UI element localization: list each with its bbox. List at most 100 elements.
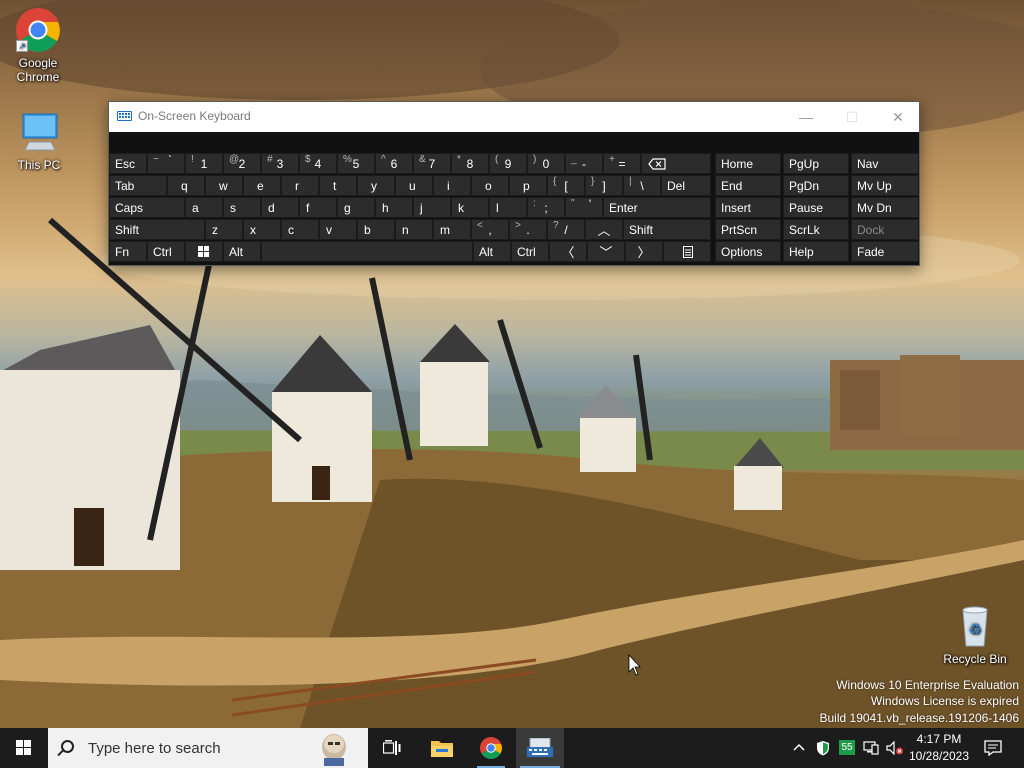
taskbar-file-explorer[interactable] xyxy=(418,728,466,768)
key-fade[interactable]: Fade xyxy=(851,241,919,262)
key-z[interactable]: z xyxy=(205,219,243,240)
key-g[interactable]: g xyxy=(337,197,375,218)
key-i[interactable]: i xyxy=(433,175,471,196)
key-quote[interactable]: " ' xyxy=(565,197,603,218)
key-o[interactable]: o xyxy=(471,175,509,196)
key-b[interactable]: b xyxy=(357,219,395,240)
desktop-icon-recycle-bin[interactable]: ♻ Recycle Bin xyxy=(937,602,1013,666)
key-y[interactable]: y xyxy=(357,175,395,196)
osk-titlebar[interactable]: On-Screen Keyboard — ☐ ✕ xyxy=(109,102,919,132)
key-shift-left[interactable]: Shift xyxy=(109,219,205,240)
key-slash[interactable]: ? / xyxy=(547,219,585,240)
key-options[interactable]: Options xyxy=(715,241,781,262)
key-enter[interactable]: Enter xyxy=(603,197,711,218)
tray-security[interactable] xyxy=(812,728,834,768)
key-period[interactable]: >. xyxy=(509,219,547,240)
key-1[interactable]: ! 1 xyxy=(185,153,223,174)
key-tab[interactable]: Tab xyxy=(109,175,167,196)
key-bracket-right[interactable]: }] xyxy=(585,175,623,196)
key-n[interactable]: n xyxy=(395,219,433,240)
close-button[interactable]: ✕ xyxy=(875,102,921,132)
key-pgup[interactable]: PgUp xyxy=(783,153,849,174)
key-6[interactable]: ^ 6 xyxy=(375,153,413,174)
key-fn[interactable]: Fn xyxy=(109,241,147,262)
key-a[interactable]: a xyxy=(185,197,223,218)
key-mv-up[interactable]: Mv Up xyxy=(851,175,919,196)
key-prtscn[interactable]: PrtScn xyxy=(715,219,781,240)
key-backslash[interactable]: | \ xyxy=(623,175,661,196)
key-u[interactable]: u xyxy=(395,175,433,196)
key-help[interactable]: Help xyxy=(783,241,849,262)
tray-volume[interactable] xyxy=(884,728,904,768)
key-t[interactable]: t xyxy=(319,175,357,196)
taskbar-chrome[interactable] xyxy=(467,728,515,768)
key-scrlk[interactable]: ScrLk xyxy=(783,219,849,240)
key-esc[interactable]: Esc xyxy=(109,153,147,174)
key-equals[interactable]: + = xyxy=(603,153,641,174)
key-l[interactable]: l xyxy=(489,197,527,218)
key-comma[interactable]: <, xyxy=(471,219,509,240)
key-f[interactable]: f xyxy=(299,197,337,218)
key-ctrl-left[interactable]: Ctrl xyxy=(147,241,185,262)
on-screen-keyboard-window[interactable]: On-Screen Keyboard — ☐ ✕ Esc ~ ` ! 1 @2 #3… xyxy=(108,101,920,266)
start-button[interactable] xyxy=(0,728,48,768)
key-3[interactable]: #3 xyxy=(261,153,299,174)
key-j[interactable]: j xyxy=(413,197,451,218)
desktop-icon-chrome[interactable]: ↗ Google Chrome xyxy=(0,6,76,84)
key-p[interactable]: p xyxy=(509,175,547,196)
key-minus[interactable]: _ - xyxy=(565,153,603,174)
key-8[interactable]: * 8 xyxy=(451,153,489,174)
key-insert[interactable]: Insert xyxy=(715,197,781,218)
key-windows[interactable] xyxy=(185,241,223,262)
key-mv-dn[interactable]: Mv Dn xyxy=(851,197,919,218)
key-5[interactable]: % 5 xyxy=(337,153,375,174)
key-m[interactable]: m xyxy=(433,219,471,240)
key-alt-right[interactable]: Alt xyxy=(473,241,511,262)
minimize-button[interactable]: — xyxy=(783,102,829,132)
maximize-button[interactable]: ☐ xyxy=(829,102,875,132)
key-r[interactable]: r xyxy=(281,175,319,196)
key-arrow-up[interactable]: ︿ xyxy=(585,219,623,240)
key-h[interactable]: h xyxy=(375,197,413,218)
tray-app-badge[interactable]: 55 xyxy=(836,728,858,768)
key-arrow-down[interactable]: ﹀ xyxy=(587,241,625,262)
key-4[interactable]: $4 xyxy=(299,153,337,174)
key-end[interactable]: End xyxy=(715,175,781,196)
key-0[interactable]: ) 0 xyxy=(527,153,565,174)
key-7[interactable]: & 7 xyxy=(413,153,451,174)
key-s[interactable]: s xyxy=(223,197,261,218)
taskbar-on-screen-keyboard[interactable] xyxy=(516,728,564,768)
key-pgdn[interactable]: PgDn xyxy=(783,175,849,196)
tray-network[interactable] xyxy=(860,728,882,768)
key-2[interactable]: @2 xyxy=(223,153,261,174)
key-bracket-left[interactable]: {[ xyxy=(547,175,585,196)
key-pause[interactable]: Pause xyxy=(783,197,849,218)
key-backtick[interactable]: ~ ` xyxy=(147,153,185,174)
key-k[interactable]: k xyxy=(451,197,489,218)
key-semicolon[interactable]: :; xyxy=(527,197,565,218)
show-hidden-icons-button[interactable] xyxy=(790,728,808,768)
taskbar-search[interactable]: Type here to search xyxy=(48,728,368,768)
key-caps[interactable]: Caps xyxy=(109,197,185,218)
key-x[interactable]: x xyxy=(243,219,281,240)
key-alt-left[interactable]: Alt xyxy=(223,241,261,262)
key-menu[interactable] xyxy=(663,241,711,262)
key-ctrl-right[interactable]: Ctrl xyxy=(511,241,549,262)
desktop-icon-this-pc[interactable]: This PC xyxy=(1,108,77,172)
key-c[interactable]: c xyxy=(281,219,319,240)
task-view-button[interactable] xyxy=(368,728,416,768)
key-q[interactable]: q xyxy=(167,175,205,196)
key-w[interactable]: w xyxy=(205,175,243,196)
key-v[interactable]: v xyxy=(319,219,357,240)
key-e[interactable]: e xyxy=(243,175,281,196)
key-home[interactable]: Home xyxy=(715,153,781,174)
key-shift-right[interactable]: Shift xyxy=(623,219,711,240)
key-nav[interactable]: Nav xyxy=(851,153,919,174)
key-arrow-left[interactable]: 〈 xyxy=(549,241,587,262)
key-space[interactable] xyxy=(261,241,473,262)
key-arrow-right[interactable]: 〉 xyxy=(625,241,663,262)
key-backspace[interactable] xyxy=(641,153,711,174)
action-center-button[interactable] xyxy=(978,728,1008,768)
key-9[interactable]: (9 xyxy=(489,153,527,174)
taskbar-clock[interactable]: 4:17 PM 10/28/2023 xyxy=(902,731,976,765)
